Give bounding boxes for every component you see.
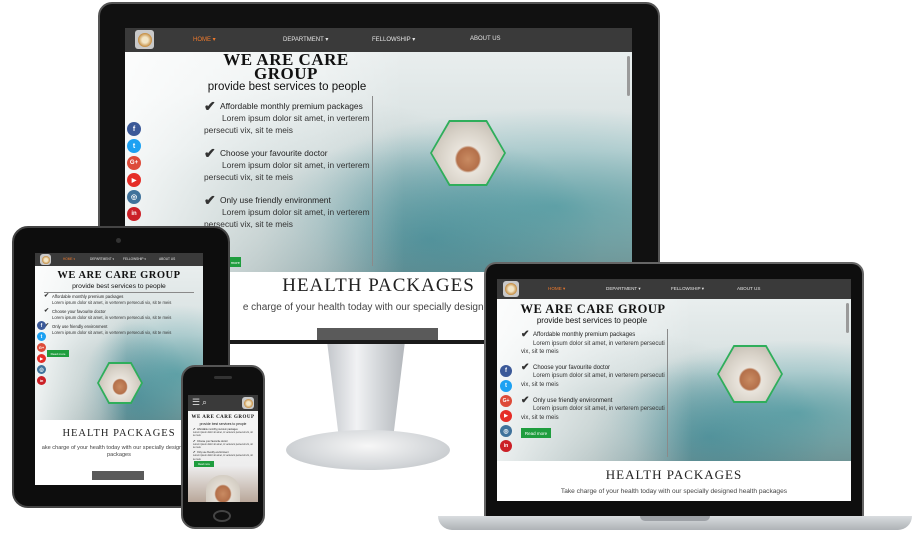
scrollbar[interactable] <box>846 303 849 333</box>
social-sidebar: f t G+ ▶ ◎ in <box>127 122 141 221</box>
google-plus-icon[interactable]: G+ <box>500 395 512 407</box>
twitter-icon[interactable]: t <box>37 332 46 341</box>
read-more-button[interactable]: Read more <box>194 461 214 467</box>
facebook-icon[interactable]: f <box>500 365 512 377</box>
nav-department[interactable]: DEPARTMENT ▾ <box>283 36 328 43</box>
site-logo[interactable] <box>40 254 51 265</box>
site-logo[interactable] <box>242 397 254 409</box>
checkmark-icon: ✔ <box>521 361 530 373</box>
packages-title: HEALTH PACKAGES <box>62 428 176 439</box>
nav-about-us[interactable]: ABOUT US <box>159 257 175 261</box>
linkedin-icon[interactable]: in <box>127 207 141 221</box>
packages-subtitle-2: packages <box>107 452 131 458</box>
checkmark-icon: ✔ <box>521 329 530 340</box>
packages-subtitle: ake charge of your health today with our… <box>41 445 197 451</box>
youtube-icon[interactable]: ▶ <box>500 410 512 422</box>
instagram-icon[interactable]: ◎ <box>500 425 512 437</box>
instagram-icon[interactable]: ◎ <box>37 365 46 374</box>
packages-subtitle: Take charge of your health today with ou… <box>560 488 788 495</box>
laptop-screen: HOME ▾ DEPARTMENT ▾ FELLOWSHIP ▾ ABOUT U… <box>497 279 851 501</box>
nav-about-us[interactable]: ABOUT US <box>737 286 760 291</box>
linkedin-icon[interactable]: in <box>37 376 46 385</box>
doctor-hexagon-image <box>717 345 783 403</box>
hero-subtitle: provide best services to people <box>199 422 247 426</box>
checkmark-icon: ✔ <box>204 192 216 208</box>
doctor-hexagon-image <box>430 120 506 186</box>
nav-home[interactable]: HOME ▾ <box>63 257 75 261</box>
packages-title: HEALTH PACKAGES <box>605 467 743 482</box>
twitter-icon[interactable]: t <box>500 380 512 392</box>
youtube-icon[interactable]: ▶ <box>127 173 141 187</box>
search-icon[interactable]: ⌕ <box>202 397 207 408</box>
twitter-icon[interactable]: t <box>127 139 141 153</box>
hero-title: WE ARE CARE GROUP <box>520 302 666 316</box>
hero-subtitle: provide best services to people <box>536 316 648 325</box>
nav-home[interactable]: HOME ▾ <box>548 286 565 292</box>
nav-about-us[interactable]: ABOUT US <box>470 36 501 42</box>
nav-fellowship[interactable]: FELLOWSHIP ▾ <box>671 286 704 292</box>
checkmark-icon: ✔ <box>204 145 216 161</box>
linkedin-icon[interactable]: in <box>500 440 512 452</box>
checkmark-icon: ✔ <box>44 308 50 315</box>
nav-fellowship[interactable]: FELLOWSHIP ▾ <box>123 257 146 261</box>
site-logo[interactable] <box>135 30 154 49</box>
scrollbar[interactable] <box>627 56 630 96</box>
facebook-icon[interactable]: f <box>37 321 46 330</box>
phone-screen: ☰ ⌕ WE ARE CARE GROUP provide best servi… <box>188 395 258 502</box>
read-more-button[interactable]: Read more <box>521 428 551 438</box>
tablet-screen: HOME ▾ DEPARTMENT ▾ FELLOWSHIP ▾ ABOUT U… <box>35 253 203 485</box>
nav-home[interactable]: HOME ▾ <box>193 36 216 43</box>
checkmark-icon: ✔ <box>44 293 50 299</box>
packages-button[interactable] <box>92 471 144 480</box>
hero-title: WE ARE CARE GROUP <box>191 415 255 420</box>
read-more-button[interactable]: Read more <box>47 350 69 357</box>
hero-subtitle: provide best services to people <box>207 81 367 93</box>
google-plus-icon[interactable]: G+ <box>37 343 46 352</box>
hero-title: WE ARE CARE GROUP <box>57 270 181 281</box>
checkmark-icon: ✔ <box>204 98 216 114</box>
instagram-icon[interactable]: ◎ <box>127 190 141 204</box>
nav-department[interactable]: DEPARTMENT ▾ <box>90 257 114 261</box>
hero-subtitle: provide best services to people <box>72 283 166 290</box>
doctor-photo <box>206 475 240 502</box>
nav-fellowship[interactable]: FELLOWSHIP ▾ <box>372 36 415 43</box>
facebook-icon[interactable]: f <box>127 122 141 136</box>
monitor-navbar: HOME ▾ DEPARTMENT ▾ FELLOWSHIP ▾ ABOUT U… <box>125 28 632 52</box>
checkmark-icon: ✔ <box>521 394 530 406</box>
packages-button[interactable] <box>317 328 438 340</box>
google-plus-icon[interactable]: G+ <box>127 156 141 170</box>
menu-icon[interactable]: ☰ <box>192 397 200 408</box>
hero-title: WE ARE CARE GROUP <box>223 52 349 83</box>
feature-list: ✔ Affordable monthly premium packages Lor… <box>204 98 370 229</box>
youtube-icon[interactable]: ▶ <box>37 354 46 363</box>
site-logo[interactable] <box>503 281 519 297</box>
nav-department[interactable]: DEPARTMENT ▾ <box>606 286 641 292</box>
